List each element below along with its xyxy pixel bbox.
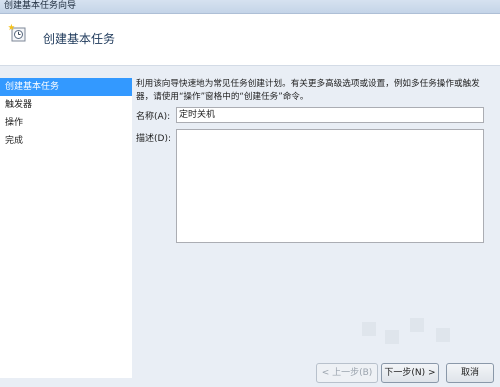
next-button[interactable]: 下一步(N) > — [381, 363, 439, 383]
step-create-basic-task[interactable]: 创建基本任务 — [0, 78, 132, 96]
wizard-header: 创建基本任务 — [0, 14, 500, 66]
button-bar: < 上一步(B) 下一步(N) > 取消 — [0, 358, 500, 387]
description-input[interactable] — [176, 129, 484, 243]
name-input[interactable]: 定时关机 — [176, 107, 484, 123]
page-title: 创建基本任务 — [43, 32, 116, 46]
step-trigger[interactable]: 触发器 — [0, 96, 132, 114]
watermark-mark — [385, 330, 399, 344]
name-label: 名称(A): — [136, 112, 171, 122]
window-title: 创建基本任务向导 — [4, 1, 77, 11]
main-content: 利用该向导快速地为常见任务创建计划。有关更多高级选项或设置，例如多任务操作或触发… — [136, 78, 496, 243]
description-line-1: 利用该向导快速地为常见任务创建计划。有关更多高级选项或设置，例如多任务操作或触发 — [136, 79, 480, 89]
watermark-mark — [362, 322, 376, 336]
step-finish[interactable]: 完成 — [0, 132, 132, 150]
title-bar[interactable]: 创建基本任务向导 — [0, 0, 500, 14]
description-label: 描述(D): — [136, 134, 171, 144]
watermark-mark — [436, 328, 450, 342]
task-wizard-icon — [8, 23, 26, 42]
steps-panel: 创建基本任务 触发器 操作 完成 — [0, 78, 132, 378]
cancel-button[interactable]: 取消 — [446, 363, 494, 383]
wizard-description: 利用该向导快速地为常见任务创建计划。有关更多高级选项或设置，例如多任务操作或触发… — [136, 78, 496, 104]
step-action[interactable]: 操作 — [0, 114, 132, 132]
watermark-mark — [410, 318, 424, 332]
description-line-2: 器，请使用“操作”窗格中的“创建任务”命令。 — [136, 92, 309, 102]
back-button[interactable]: < 上一步(B) — [316, 363, 378, 383]
